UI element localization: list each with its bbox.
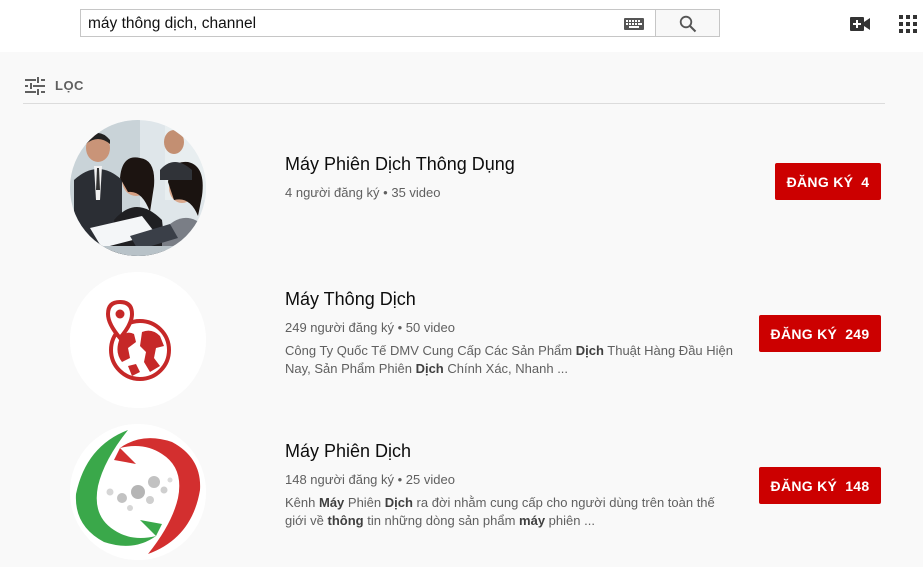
apps-grid-icon[interactable] [899,15,917,33]
description-text: Chính Xác, Nhanh ... [443,361,569,376]
channel-info: Máy Thông Dịch 249 người đăng ký • 50 vi… [285,287,745,378]
location-globe-logo [70,272,206,408]
swirl-logo [70,424,206,560]
subscriber-count: 148 [845,477,870,494]
highlighted-keyword: Dịch [575,343,604,358]
channel-description: Công Ty Quốc Tế DMV Cung Cấp Các Sản Phẩ… [285,342,735,378]
search-button[interactable] [655,9,720,37]
subscribe-label: ĐĂNG KÝ [770,477,838,494]
keyboard-icon[interactable] [624,18,644,30]
subscriber-count: 249 [845,325,870,342]
description-text: Công Ty Quốc Tế DMV Cung Cấp Các Sản Phẩ… [285,343,576,358]
channel-info: Máy Phiên Dịch Thông Dụng 4 người đăng k… [285,152,745,202]
search-box[interactable] [80,9,655,37]
divider [23,103,885,104]
highlighted-keyword: Dịch [384,495,413,510]
description-text: phiên ... [545,513,595,528]
highlighted-keyword: Dịch [415,361,444,376]
description-text: tin những dòng sản phẩm [363,513,520,528]
channel-avatar[interactable] [70,120,206,256]
search-icon [679,15,697,33]
subscribe-button[interactable]: ĐĂNG KÝ 148 [759,467,881,504]
channel-result[interactable]: Máy Phiên Dịch 148 người đăng ký • 25 vi… [23,424,885,564]
search-input[interactable] [88,14,608,34]
subscriber-count: 4 [861,173,870,190]
channel-meta: 148 người đăng ký • 25 video [285,472,455,487]
channel-description: Kênh Máy Phiên Dịch ra đời nhằm cung cấp… [285,494,735,530]
subscribe-label: ĐĂNG KÝ [770,325,838,342]
masthead [0,0,923,52]
subscribe-label: ĐĂNG KÝ [786,173,854,190]
video-upload-icon[interactable] [850,15,870,33]
channel-title[interactable]: Máy Phiên Dịch Thông Dụng [285,152,745,176]
channel-result[interactable]: Máy Thông Dịch 249 người đăng ký • 50 vi… [23,272,885,412]
channel-avatar[interactable] [70,424,206,560]
subscribe-button[interactable]: ĐĂNG KÝ 4 [775,163,881,200]
subscribe-button[interactable]: ĐĂNG KÝ 249 [759,315,881,352]
filter-label: LỌC [55,78,84,93]
channel-title[interactable]: Máy Phiên Dịch [285,439,745,463]
description-text: Phiên [344,495,385,510]
highlighted-keyword: Máy [318,495,345,510]
channel-info: Máy Phiên Dịch 148 người đăng ký • 25 vi… [285,439,745,530]
channel-avatar[interactable] [70,272,206,408]
highlighted-keyword: máy [519,513,546,528]
channel-title[interactable]: Máy Thông Dịch [285,287,745,311]
highlighted-keyword: thông [327,513,364,528]
search-results: LỌC Máy Phiên Dịch Thông Dụng 4 người đă… [23,52,885,567]
description-text: Kênh [285,495,319,510]
channel-meta: 249 người đăng ký • 50 video [285,320,455,335]
filter-sliders-icon [25,77,45,95]
channel-result[interactable]: Máy Phiên Dịch Thông Dụng 4 người đăng k… [23,120,885,260]
channel-meta: 4 người đăng ký • 35 video [285,185,441,200]
business-people-photo [70,120,206,256]
